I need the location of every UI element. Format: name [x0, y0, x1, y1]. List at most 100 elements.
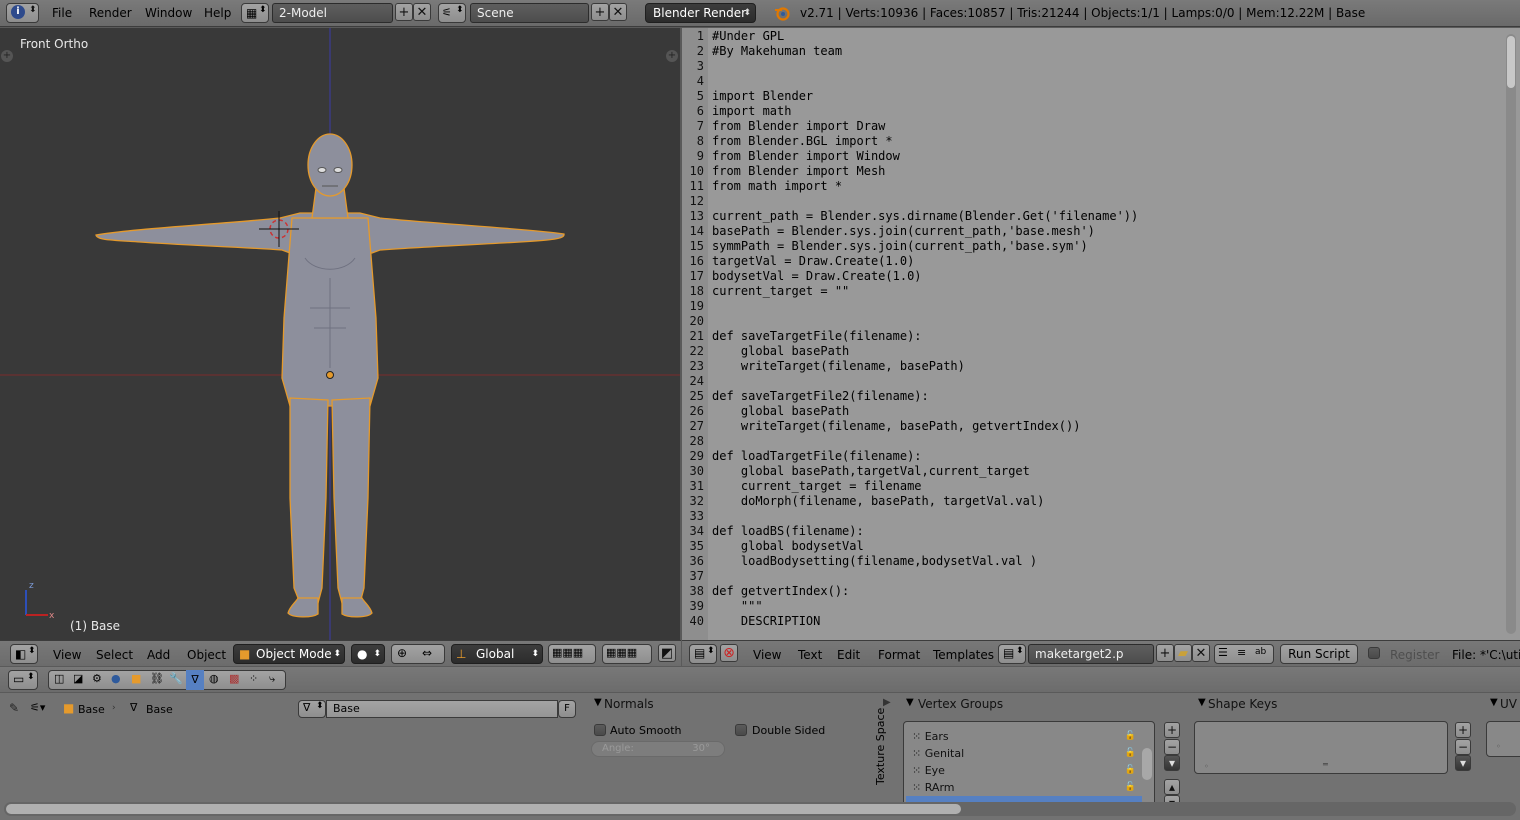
layer-buttons-1[interactable]: ▦▦▦	[548, 644, 596, 664]
mesh-browse-button[interactable]: ∇ ⬍	[298, 700, 326, 718]
world-tab-icon[interactable]: ●	[111, 672, 121, 685]
code-line[interactable]: 9 from Blender import Window	[682, 149, 1502, 164]
code-line[interactable]: 6 import math	[682, 104, 1502, 119]
vertex-group-item[interactable]: ⁙ Ears 🔓	[912, 728, 1140, 745]
region-toggle-left[interactable]: +	[1, 50, 13, 62]
fake-user-button[interactable]: F	[558, 700, 576, 718]
code-line[interactable]: 17 bodysetVal = Draw.Create(1.0)	[682, 269, 1502, 284]
mode-dropdown[interactable]: ■ Object Mode ⬍	[233, 644, 345, 664]
code-line[interactable]: 21 def saveTargetFile(filename):	[682, 329, 1502, 344]
context-tabs[interactable]: ◫ ◪ ⚙ ● ■ ⛓ 🔧 ∇ ◍ ▩ ⁘ ⤷	[48, 670, 286, 690]
code-line[interactable]: 12	[682, 194, 1502, 209]
menu-templates[interactable]: Templates	[933, 648, 994, 662]
panel-collapse-arrow-icon[interactable]: ▼	[1490, 697, 1498, 708]
physics-tab-icon[interactable]: ⤷	[269, 672, 275, 686]
menu-render[interactable]: Render	[89, 6, 132, 20]
text-editor[interactable]: 1 #Under GPL 2 #By Makehuman team 3 4 5 import …	[682, 28, 1520, 640]
menu-file[interactable]: File	[52, 6, 72, 20]
panel-collapse-arrow-icon[interactable]: ▼	[906, 697, 914, 708]
uv-map-list[interactable]: ◦	[1486, 721, 1520, 757]
code-line[interactable]: 13 current_path = Blender.sys.dirname(Ble…	[682, 209, 1502, 224]
menu-object[interactable]: Object	[187, 648, 226, 662]
code-line[interactable]: 7 from Blender import Draw	[682, 119, 1502, 134]
add-vertex-group-button[interactable]: +	[1164, 722, 1180, 738]
code-line[interactable]: 2 #By Makehuman team	[682, 44, 1502, 59]
auto-smooth-checkbox[interactable]	[594, 724, 606, 736]
properties-hscrollbar[interactable]	[4, 802, 1516, 816]
screen-layout-name-field[interactable]: 2-Model	[272, 3, 393, 23]
text-datablock-name-field[interactable]: maketarget2.p	[1028, 644, 1154, 664]
remove-vertex-group-button[interactable]: −	[1164, 739, 1180, 755]
code-line[interactable]: 35 global bodysetVal	[682, 539, 1502, 554]
vertex-group-item[interactable]: ⁙ Genital 🔓	[912, 745, 1140, 762]
3d-viewport[interactable]: z x Front Ortho (1) Base + +	[0, 28, 680, 640]
code-line[interactable]: 27 writeTarget(filename, basePath, getve…	[682, 419, 1502, 434]
code-line[interactable]: 22 global basePath	[682, 344, 1502, 359]
mesh-data-tab-icon[interactable]: ∇	[186, 670, 204, 690]
editor-type-button[interactable]: i ⬍	[6, 3, 39, 23]
code-line[interactable]: 32 doMorph(filename, basePath, targetVal…	[682, 494, 1502, 509]
menu-text[interactable]: Text	[798, 648, 822, 662]
panel-collapse-arrow-icon[interactable]: ▼	[594, 697, 602, 708]
code-line[interactable]: 40 DESCRIPTION	[682, 614, 1502, 629]
list-filter-icon[interactable]: ◦	[1496, 742, 1501, 751]
code-line[interactable]: 16 targetVal = Draw.Create(1.0)	[682, 254, 1502, 269]
code-line[interactable]: 10 from Blender import Mesh	[682, 164, 1502, 179]
shape-key-list[interactable]: ◦ ═	[1194, 721, 1448, 774]
material-tab-icon[interactable]: ◍	[209, 672, 219, 685]
menu-help[interactable]: Help	[204, 6, 231, 20]
angle-slider[interactable]: Angle: 30°	[591, 741, 725, 757]
vertex-groups-panel-title[interactable]: Vertex Groups	[918, 697, 1003, 711]
code-line[interactable]: 34 def loadBS(filename):	[682, 524, 1502, 539]
render-engine-dropdown[interactable]: Blender Render ⬍	[645, 3, 756, 23]
code-line[interactable]: 29 def loadTargetFile(filename):	[682, 449, 1502, 464]
menu-window[interactable]: Window	[145, 6, 192, 20]
code-line[interactable]: 1 #Under GPL	[682, 29, 1502, 44]
double-sided-checkbox[interactable]	[735, 724, 747, 736]
shape-keys-panel-title[interactable]: Shape Keys	[1208, 697, 1277, 711]
text-browse-button[interactable]: ▤ ⬍	[998, 644, 1026, 664]
lock-icon[interactable]: 🔓	[1125, 745, 1136, 762]
code-area[interactable]: 1 #Under GPL 2 #By Makehuman team 3 4 5 import …	[682, 29, 1502, 629]
code-line[interactable]: 36 loadBodysetting(filename,bodysetVal.v…	[682, 554, 1502, 569]
shape-key-specials-button[interactable]: ▾	[1455, 755, 1471, 771]
editor-type-button[interactable]: ◧ ⬍	[10, 644, 38, 664]
code-line[interactable]: 14 basePath = Blender.sys.join(current_pa…	[682, 224, 1502, 239]
code-line[interactable]: 4	[682, 74, 1502, 89]
code-line[interactable]: 37	[682, 569, 1502, 584]
texture-tab-icon[interactable]: ▩	[229, 672, 239, 685]
lock-icon[interactable]: 🔓	[1125, 762, 1136, 779]
code-line[interactable]: 25 def saveTargetFile2(filename):	[682, 389, 1502, 404]
render-tab-icon[interactable]: ◫	[54, 672, 64, 685]
code-line[interactable]: 26 global basePath	[682, 404, 1502, 419]
code-line[interactable]: 24	[682, 374, 1502, 389]
code-line[interactable]: 33	[682, 509, 1502, 524]
normals-panel-title[interactable]: Normals	[604, 697, 654, 711]
code-line[interactable]: 38 def getvertIndex():	[682, 584, 1502, 599]
lock-icon[interactable]: 🔓	[1125, 728, 1136, 745]
particles-tab-icon[interactable]: ⁘	[249, 672, 258, 685]
pin-icon[interactable]: ✎	[9, 701, 19, 715]
add-screen-button[interactable]: +	[395, 3, 413, 21]
delete-scene-button[interactable]: ✕	[609, 3, 627, 21]
run-script-button[interactable]: Run Script	[1280, 644, 1358, 664]
region-toggle-right[interactable]: +	[666, 50, 678, 62]
render-layers-tab-icon[interactable]: ◪	[73, 672, 83, 685]
panel-collapse-arrow-icon[interactable]: ▼	[1198, 697, 1206, 708]
code-line[interactable]: 39 """	[682, 599, 1502, 614]
layer-buttons-2[interactable]: ▦▦▦	[602, 644, 652, 664]
delete-screen-button[interactable]: ✕	[413, 3, 431, 21]
display-toggles[interactable]: ☰ ≡ ab	[1214, 644, 1274, 664]
pivot-controls[interactable]: ⊕ ⇔	[391, 644, 445, 664]
editor-type-button[interactable]: ▤ ⬍	[689, 644, 717, 664]
editor-type-button[interactable]: ▭ ⬍	[8, 670, 38, 690]
menu-select[interactable]: Select	[96, 648, 133, 662]
vertex-group-specials-button[interactable]: ▾	[1164, 755, 1180, 771]
panel-arrow-icon[interactable]: ▶	[883, 697, 891, 708]
vertex-group-item[interactable]: ⁙ Eye 🔓	[912, 762, 1140, 779]
open-text-button[interactable]: ▰	[1174, 644, 1192, 662]
screen-layout-browse-button[interactable]: ▦ ⬍	[241, 3, 269, 23]
add-scene-button[interactable]: +	[591, 3, 609, 21]
menu-edit[interactable]: Edit	[837, 648, 860, 662]
add-shape-key-button[interactable]: +	[1455, 722, 1471, 738]
